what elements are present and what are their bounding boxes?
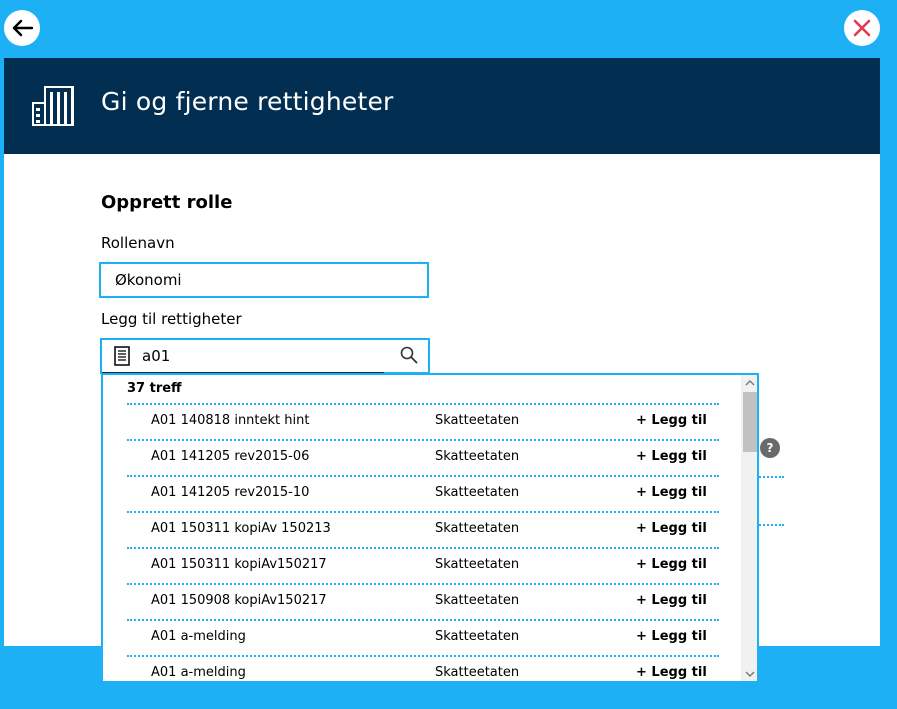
modal-header: Gi og fjerne rettigheter xyxy=(4,58,880,154)
result-owner: Skatteetaten xyxy=(435,629,520,644)
add-button[interactable]: + Legg til xyxy=(636,485,707,500)
role-name-label: Rollenavn xyxy=(101,234,175,252)
result-row[interactable]: A01 150311 kopiAv150217 Skatteetaten + L… xyxy=(127,547,719,583)
section-title: Opprett rolle xyxy=(101,192,233,213)
result-count: 37 treff xyxy=(127,381,182,396)
rights-search-input[interactable]: a01 xyxy=(100,338,430,374)
chevron-up-icon[interactable] xyxy=(745,378,755,388)
arrow-left-icon xyxy=(12,19,33,37)
add-button[interactable]: + Legg til xyxy=(636,665,707,680)
result-name: A01 150908 kopiAv150217 xyxy=(151,593,327,608)
role-name-input[interactable]: Økonomi xyxy=(99,262,429,298)
result-owner: Skatteetaten xyxy=(435,521,520,536)
result-name: A01 a-melding xyxy=(151,629,246,644)
result-name: A01 a-melding xyxy=(151,665,246,680)
divider xyxy=(756,524,784,526)
add-button[interactable]: + Legg til xyxy=(636,593,707,608)
result-owner: Skatteetaten xyxy=(435,593,520,608)
result-row[interactable]: A01 140818 inntekt hint Skatteetaten + L… xyxy=(127,403,719,439)
result-owner: Skatteetaten xyxy=(435,449,520,464)
add-button[interactable]: + Legg til xyxy=(636,629,707,644)
result-row[interactable]: A01 a-melding Skatteetaten + Legg til xyxy=(127,655,719,681)
building-icon xyxy=(32,86,74,126)
result-name: A01 150311 kopiAv150217 xyxy=(151,557,327,572)
result-row[interactable]: A01 150311 kopiAv 150213 Skatteetaten + … xyxy=(127,511,719,547)
page-title: Gi og fjerne rettigheter xyxy=(101,87,394,116)
add-rights-label: Legg til rettigheter xyxy=(101,310,242,328)
result-owner: Skatteetaten xyxy=(435,665,520,680)
scrollbar-thumb[interactable] xyxy=(743,392,757,452)
result-row[interactable]: A01 141205 rev2015-10 Skatteetaten + Leg… xyxy=(127,475,719,511)
search-value: a01 xyxy=(142,347,171,365)
help-icon[interactable]: ? xyxy=(760,438,780,458)
result-name: A01 141205 rev2015-06 xyxy=(151,449,310,464)
result-owner: Skatteetaten xyxy=(435,485,520,500)
search-icon[interactable] xyxy=(400,346,418,364)
result-row[interactable]: A01 141205 rev2015-06 Skatteetaten + Leg… xyxy=(127,439,719,475)
result-name: A01 141205 rev2015-10 xyxy=(151,485,310,500)
add-button[interactable]: + Legg til xyxy=(636,413,707,428)
add-button[interactable]: + Legg til xyxy=(636,557,707,572)
result-name: A01 140818 inntekt hint xyxy=(151,413,310,428)
result-row[interactable]: A01 a-melding Skatteetaten + Legg til xyxy=(127,619,719,655)
search-results-dropdown[interactable]: 37 treff A01 140818 inntekt hint Skattee… xyxy=(101,373,759,683)
document-icon xyxy=(114,346,130,366)
close-button[interactable] xyxy=(844,10,880,46)
result-owner: Skatteetaten xyxy=(435,413,520,428)
divider xyxy=(756,476,784,478)
scrollbar[interactable] xyxy=(741,375,757,681)
close-x-icon xyxy=(853,19,871,37)
add-button[interactable]: + Legg til xyxy=(636,449,707,464)
back-button[interactable] xyxy=(4,10,40,46)
add-button[interactable]: + Legg til xyxy=(636,521,707,536)
result-owner: Skatteetaten xyxy=(435,557,520,572)
chevron-down-icon[interactable] xyxy=(745,669,755,679)
result-name: A01 150311 kopiAv 150213 xyxy=(151,521,331,536)
result-row[interactable]: A01 150908 kopiAv150217 Skatteetaten + L… xyxy=(127,583,719,619)
